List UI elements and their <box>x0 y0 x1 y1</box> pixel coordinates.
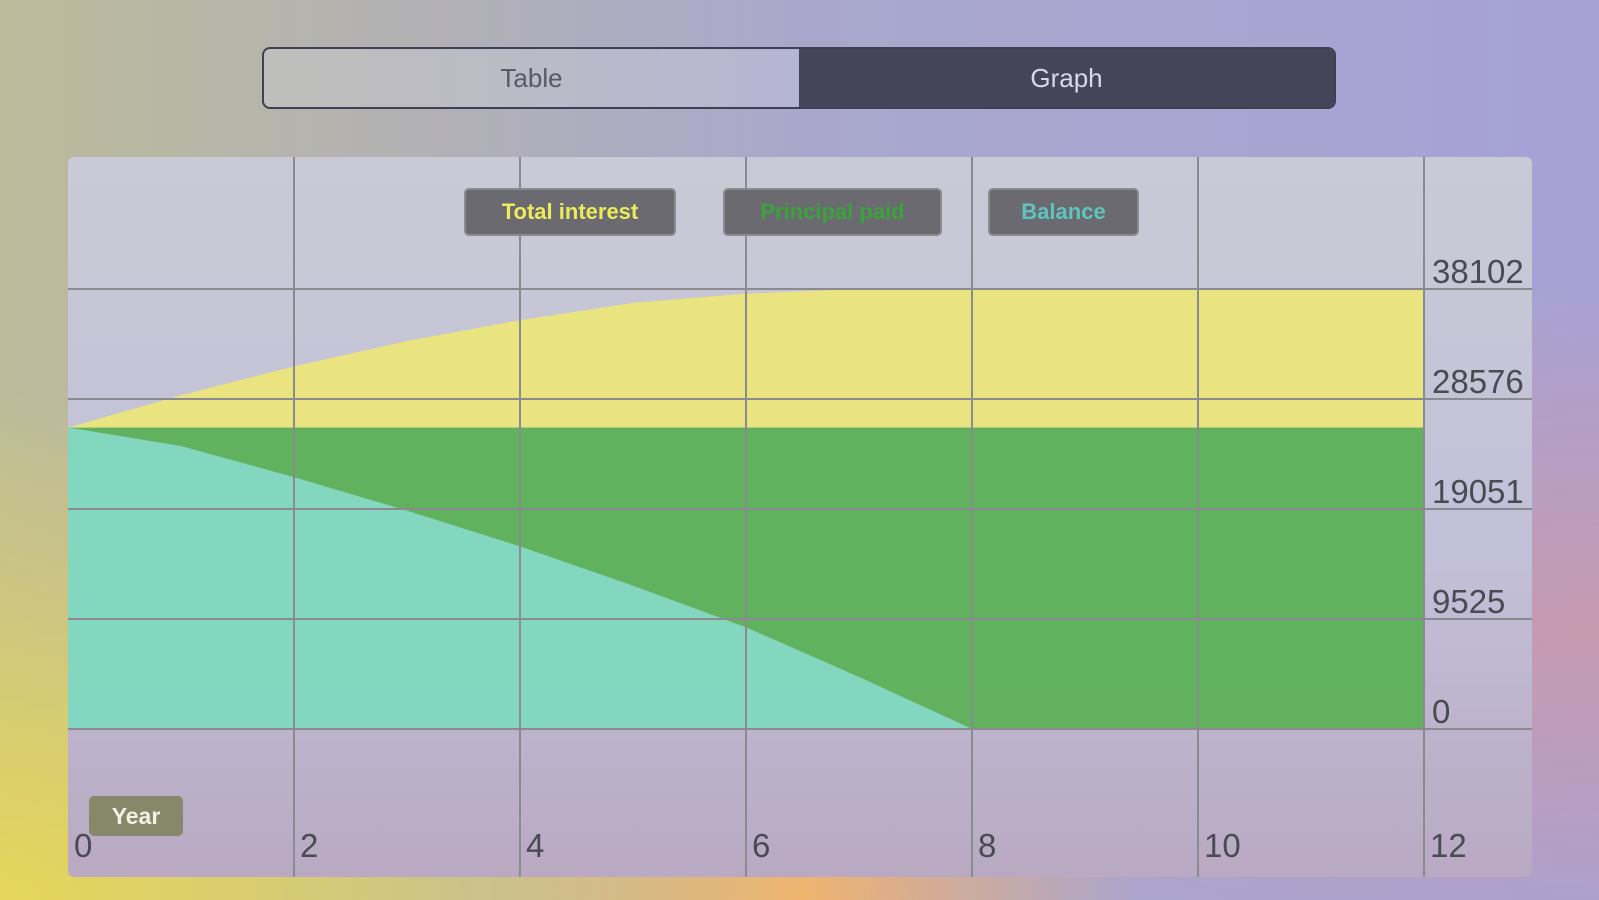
amortization-chart: 095251905128576381020 2 4 6 8 10 12 <box>68 157 1532 877</box>
chart-panel: 0 9525 19051 28576 38102 0 2 4 6 8 10 12 <box>68 157 1532 877</box>
y-tick-label-3: 28576 <box>1432 363 1524 400</box>
tab-graph[interactable]: Graph <box>799 49 1334 107</box>
x-tick-label-5: 10 <box>1204 827 1241 864</box>
x-tick-label-1: 2 <box>300 827 318 864</box>
y-tick-label-1: 9525 <box>1432 583 1505 620</box>
x-tick-label-4: 8 <box>978 827 996 864</box>
y-tick-label-4: 38102 <box>1432 253 1524 290</box>
x-axis-title-badge: Year <box>89 796 183 836</box>
legend-principal-paid-label: Principal paid <box>760 199 905 224</box>
x-tick-label-6: 12 <box>1430 827 1467 864</box>
legend-balance-label: Balance <box>1021 199 1106 224</box>
legend-total-interest-label: Total interest <box>501 199 639 224</box>
y-tick-label-0: 0 <box>1432 693 1450 730</box>
x-tick-label-2: 4 <box>526 827 544 864</box>
view-segmented-control: Table Graph <box>262 47 1336 109</box>
legend-principal-paid-button[interactable]: Principal paid <box>723 188 942 236</box>
x-tick-label-3: 6 <box>752 827 770 864</box>
tab-table[interactable]: Table <box>264 49 799 107</box>
legend-balance-button[interactable]: Balance <box>988 188 1139 236</box>
y-tick-label-2: 19051 <box>1432 473 1524 510</box>
legend-total-interest-button[interactable]: Total interest <box>464 188 676 236</box>
